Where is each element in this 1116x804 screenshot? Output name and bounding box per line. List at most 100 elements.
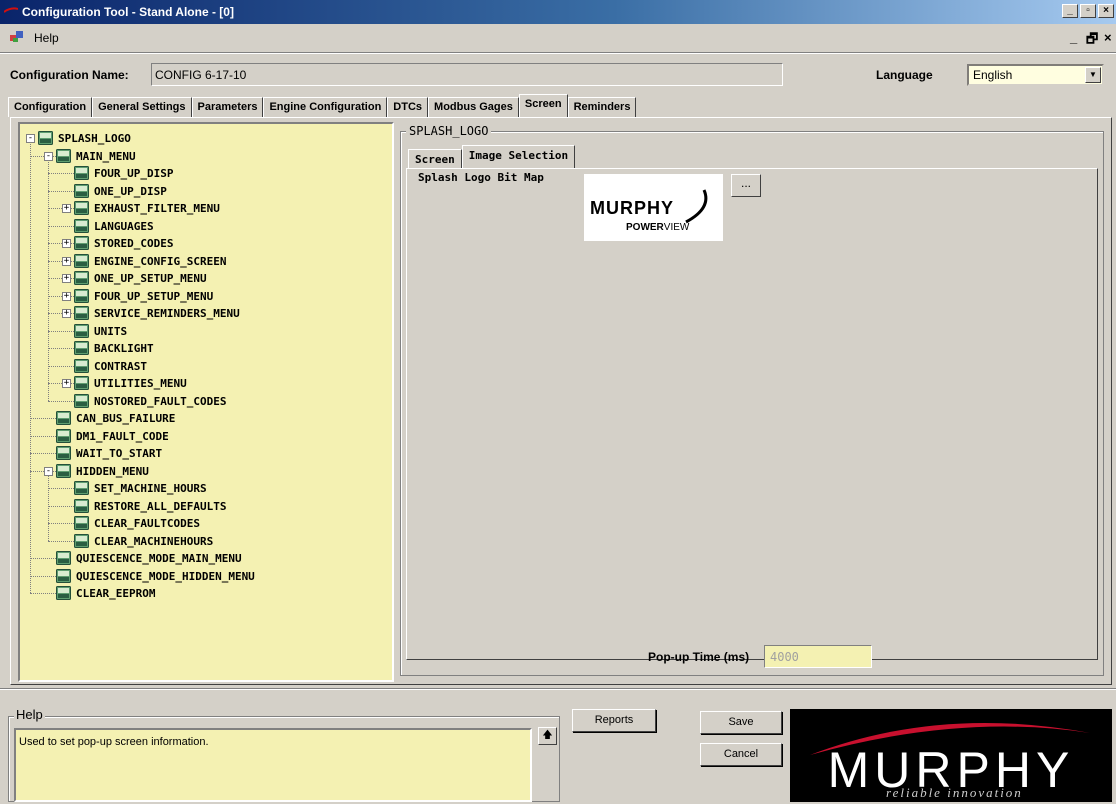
close-button[interactable]: × [1098,4,1114,18]
tree-line [30,558,56,559]
screen-node-icon [74,271,89,285]
cancel-button[interactable]: Cancel [700,743,782,766]
tab-configuration[interactable]: Configuration [8,97,93,117]
title-bar[interactable]: Configuration Tool - Stand Alone - [0] _… [0,0,1116,24]
language-select[interactable]: English ▼ [967,64,1104,86]
tree-line [30,593,56,594]
popup-time-input[interactable]: 4000 [764,645,872,668]
expand-icon[interactable]: + [62,309,71,318]
screen-node-icon [74,166,89,180]
screen-node-icon [56,586,71,600]
save-button[interactable]: Save [700,711,782,734]
browse-button[interactable]: ... [731,174,761,197]
tab-general-settings[interactable]: General Settings [92,97,192,117]
tree-node-label: QUIESCENCE_MODE_HIDDEN_MENU [76,569,255,583]
screen-node-icon [56,463,71,478]
logo-powerview-text: POWERVIEW [626,222,689,233]
minimize-button[interactable]: _ [1062,4,1078,18]
language-label: Language [876,68,933,82]
tab-modbus-gages[interactable]: Modbus Gages [428,97,519,117]
screen-node-icon [74,288,89,303]
screen-node-icon [38,131,53,145]
mdi-minimize-button[interactable]: _ [1070,30,1077,45]
logo-brand-text: MURPHY [590,198,675,218]
collapse-icon[interactable]: - [44,151,53,161]
screen-node-icon [74,393,89,408]
chevron-down-icon[interactable]: ▼ [1085,67,1101,83]
tree-line [48,365,74,367]
tree-node-label: CONTRAST [94,359,147,373]
tree-node-label: CLEAR_MACHINEHOURS [94,534,214,548]
tree-line [48,190,74,192]
screen-node-icon [74,323,89,338]
separator [0,52,1116,54]
scroll-up-button[interactable]: 🡅 [538,727,557,745]
screen-node-icon [74,183,89,198]
screen-node-icon [74,306,89,320]
help-text: Used to set pop-up screen information. [14,728,532,802]
expand-icon[interactable]: + [62,274,71,283]
tree-line [48,225,74,227]
image-selection-panel [406,168,1098,660]
tree-node-label: STORED_CODES [94,237,174,250]
screen-node-icon [56,551,71,565]
tree-node-label: MAIN_MENU [76,149,136,163]
menu-help[interactable]: Help [34,31,59,45]
expand-icon[interactable]: + [62,379,71,388]
screen-node-icon [74,341,89,355]
screen-node-icon [74,218,89,233]
help-label: Help [14,707,45,722]
group-title: SPLASH_LOGO [406,124,492,138]
mdi-restore-button[interactable]: 🗗 [1086,30,1098,52]
tree-node-label: RESTORE_ALL_DEFAULTS [94,499,227,513]
collapse-icon[interactable]: - [26,134,35,143]
tree-node-label: ONE_UP_DISP [94,184,167,198]
tab-screen-inner[interactable]: Screen [408,149,462,169]
expand-icon[interactable]: + [62,291,71,301]
screen-node-icon [74,253,89,268]
tree-node-label: CLEAR_EEPROM [76,587,156,600]
tab-reminders[interactable]: Reminders [567,97,637,117]
tab-image-selection[interactable]: Image Selection [461,145,576,169]
brand-tagline: reliable innovation [886,785,1023,800]
screen-node-icon [74,376,89,390]
tab-parameters[interactable]: Parameters [191,97,264,117]
tree-line [48,400,74,402]
tree-line [30,138,31,593]
tree-line [30,435,56,437]
screen-node-icon [56,446,71,460]
tab-dtcs[interactable]: DTCs [387,97,429,117]
screen-node-icon [74,358,89,373]
tree-line [48,540,74,542]
tree-node-label: FOUR_UP_SETUP_MENU [94,289,214,303]
screen-node-icon [74,498,89,513]
splash-logo-label: Splash Logo Bit Map [418,171,544,184]
expand-icon[interactable]: + [62,239,71,248]
tree-node-label: LANGUAGES [94,219,154,233]
tree-node-label: SERVICE_REMINDERS_MENU [94,307,240,320]
tree-line [48,505,74,507]
config-name-label: Configuration Name: [10,68,129,82]
collapse-icon[interactable]: - [44,466,53,476]
tree-node-label: NOSTORED_FAULT_CODES [94,394,227,408]
tab-screen[interactable]: Screen [518,94,568,118]
mdi-child-icon [10,31,23,42]
tree-line [48,173,74,174]
screen-node-icon [74,516,89,530]
tree-node-label: SPLASH_LOGO [58,132,131,145]
expand-icon[interactable]: + [62,204,71,213]
tree-node-label: HIDDEN_MENU [76,464,149,478]
expand-icon[interactable]: + [62,256,71,266]
tree-node-label: UNITS [94,324,128,338]
splash-logo-preview: MURPHY POWERVIEW [584,174,723,241]
murphy-logo: MURPHY reliable innovation [790,709,1112,802]
tab-engine-configuration[interactable]: Engine Configuration [263,97,388,117]
mdi-close-button[interactable]: × [1104,30,1112,45]
tree-line [48,348,74,349]
maximize-button[interactable]: ▫ [1080,4,1096,18]
screen-tree[interactable]: SPLASH_LOGO - MAIN_MENU - FOUR_UP_DISP ONE_UP… [18,122,394,682]
app-swoosh-icon [4,7,18,13]
config-name-field[interactable]: CONFIG 6-17-10 [151,63,783,86]
reports-button[interactable]: Reports [572,709,656,732]
screen-node-icon [56,148,71,163]
